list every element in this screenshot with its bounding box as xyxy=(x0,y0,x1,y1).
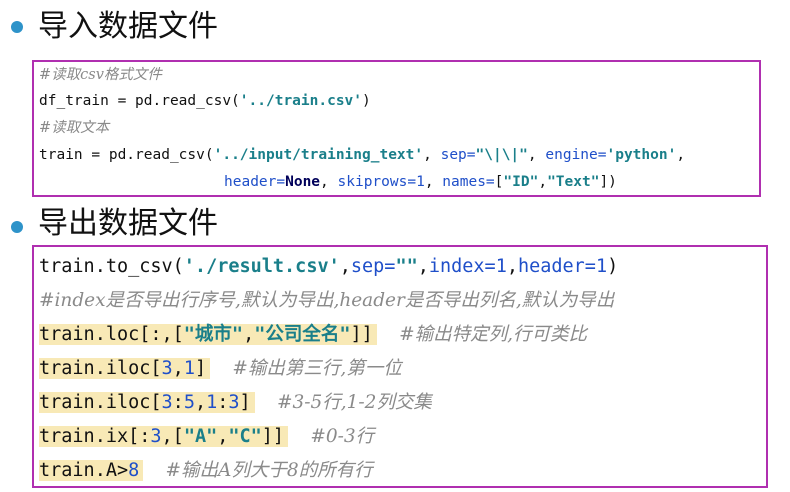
section-heading-import: 导入数据文件 xyxy=(38,9,218,44)
code-block-export: train.to_csv('./result.csv',sep="",index… xyxy=(32,245,768,488)
bullet-icon xyxy=(11,21,23,33)
code-line: train.loc[:,["城市","公司全名"]] #输出特定列,行可类比 xyxy=(39,324,587,345)
code-line: train.iloc[3:5,1:3] #3-5行,1-2列交集 xyxy=(39,392,432,413)
code-line: train.iloc[3,1] #输出第三行,第一位 xyxy=(39,358,402,379)
code-line: train.A>8 #输出A列大于8的所有行 xyxy=(39,460,373,481)
code-comment: #index是否导出行序号,默认为导出,header是否导出列名,默认为导出 xyxy=(39,290,615,311)
code-line: header=None, skiprows=1, names=["ID","Te… xyxy=(224,174,617,190)
code-line: train.to_csv('./result.csv',sep="",index… xyxy=(39,256,619,277)
code-line: df_train = pd.read_csv('../train.csv') xyxy=(39,93,371,109)
code-comment: #读取文本 xyxy=(39,120,110,136)
code-block-import: #读取csv格式文件 df_train = pd.read_csv('../tr… xyxy=(32,60,761,197)
bullet-icon xyxy=(11,221,23,233)
section-heading-export: 导出数据文件 xyxy=(38,206,218,241)
code-comment: #读取csv格式文件 xyxy=(39,67,162,83)
code-line: train.ix[:3,["A","C"]] #0-3行 xyxy=(39,426,375,447)
code-line: train = pd.read_csv('../input/training_t… xyxy=(39,147,686,163)
